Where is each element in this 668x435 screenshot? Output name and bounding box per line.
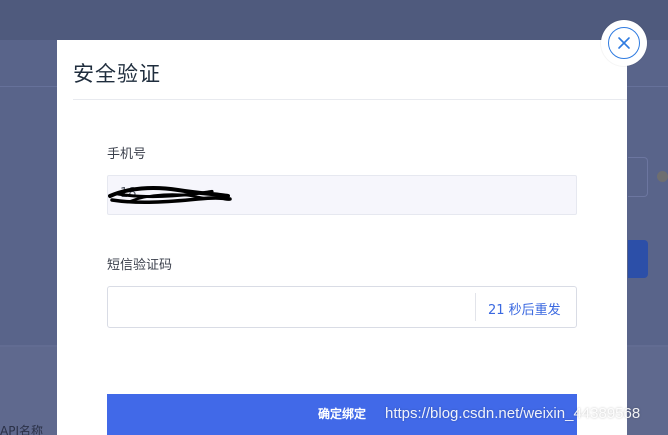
redaction-scribble-icon [108,186,232,204]
sms-code-field: 21 秒后重发 [107,286,577,328]
resend-countdown[interactable]: 21 秒后重发 [488,299,561,318]
security-verification-dialog: 安全验证 手机号 18 短信验证码 21 秒后重发 确定绑定 [57,40,627,435]
sms-code-separator [475,293,476,321]
sms-code-input[interactable] [108,287,476,327]
watermark-text: https://blog.csdn.net/weixin_44389568 [385,405,641,422]
background-api-label: API名称 [0,424,43,435]
close-ring[interactable] [608,27,640,59]
background-header [0,0,668,40]
dialog-header-divider [73,99,627,100]
background-help-icon [657,171,668,182]
sms-code-label: 短信验证码 [107,258,173,273]
close-icon [618,37,630,49]
phone-field: 18 [107,175,577,215]
background-input-edge [628,157,648,197]
dialog-title: 安全验证 [73,62,161,86]
close-button[interactable] [601,20,647,66]
background-button-edge [628,240,648,278]
phone-label: 手机号 [107,147,147,162]
